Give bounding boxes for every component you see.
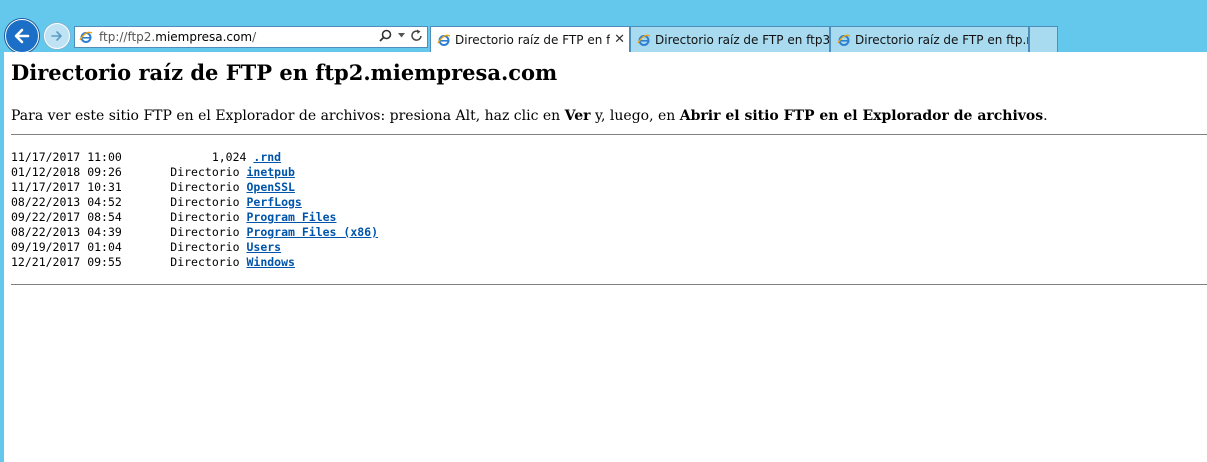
file-link[interactable]: .rnd <box>253 150 281 164</box>
address-bar[interactable]: ftp://ftp2.miempresa.com/ <box>74 26 428 48</box>
folder-link[interactable]: OpenSSL <box>246 180 294 194</box>
tab-ftp[interactable]: Directorio raíz de FTP en ftp.mi... <box>830 26 1029 52</box>
chevron-down-icon[interactable] <box>398 33 405 38</box>
folder-link[interactable]: PerfLogs <box>246 195 301 209</box>
ie-logo-icon <box>437 34 451 46</box>
folder-link[interactable]: Program Files (x86) <box>246 225 378 239</box>
forward-arrow-icon <box>51 31 62 41</box>
instructions-text: Para ver este sitio FTP en el Explorador… <box>11 108 1048 124</box>
divider <box>11 284 1207 285</box>
refresh-icon[interactable] <box>411 29 423 42</box>
folder-link[interactable]: Program Files <box>246 210 336 224</box>
folder-link[interactable]: inetpub <box>246 165 294 179</box>
list-item: 01/12/2018 09:26 Directorio inetpub <box>11 165 295 179</box>
page-content: Directorio raíz de FTP en ftp2.miempresa… <box>4 52 1207 462</box>
close-icon[interactable]: ✕ <box>614 32 625 47</box>
address-tools <box>379 29 423 42</box>
list-item: 08/22/2013 04:52 Directorio PerfLogs <box>11 195 302 209</box>
list-item: 08/22/2013 04:39 Directorio Program File… <box>11 225 379 239</box>
list-item: 11/17/2017 11:00 1,024 .rnd <box>11 150 282 164</box>
page-title: Directorio raíz de FTP en ftp2.miempresa… <box>11 60 558 85</box>
address-url[interactable]: ftp://ftp2.miempresa.com/ <box>99 30 256 44</box>
back-arrow-icon <box>14 28 30 44</box>
list-item: 11/17/2017 10:31 Directorio OpenSSL <box>11 180 295 194</box>
search-icon[interactable] <box>379 29 392 42</box>
list-item: 09/19/2017 01:04 Directorio Users <box>11 240 282 254</box>
new-tab-button[interactable] <box>1029 26 1058 52</box>
folder-link[interactable]: Users <box>246 240 281 254</box>
back-button[interactable] <box>5 19 39 53</box>
list-item: 12/21/2017 09:55 Directorio Windows <box>11 255 295 269</box>
forward-button[interactable] <box>44 23 70 49</box>
tab-title: Directorio raíz de FTP en ftp3.... <box>655 32 829 47</box>
folder-link[interactable]: Windows <box>246 255 294 269</box>
tab-ftp3[interactable]: Directorio raíz de FTP en ftp3.... <box>630 26 830 52</box>
tab-title: Directorio raíz de FTP en ftp.mi... <box>855 32 1028 47</box>
ie-logo-icon <box>837 34 851 46</box>
divider <box>11 134 1207 135</box>
tab-title: Directorio raíz de FTP en ftp... <box>455 32 611 47</box>
file-listing: 11/17/2017 11:00 1,024 .rnd 01/12/2018 0… <box>11 150 378 270</box>
tab-ftp2[interactable]: Directorio raíz de FTP en ftp... ✕ <box>430 26 630 52</box>
browser-chrome: ftp://ftp2.miempresa.com/ Directorio raí… <box>0 0 1207 53</box>
ie-logo-icon <box>637 34 651 46</box>
ie-logo-icon <box>79 31 93 43</box>
list-item: 09/22/2017 08:54 Directorio Program File… <box>11 210 337 224</box>
